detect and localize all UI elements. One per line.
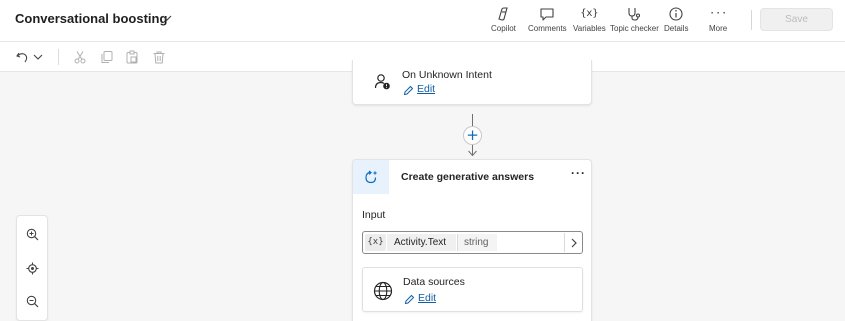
generative-answers-icon (365, 170, 378, 184)
variables-icon: {x} (580, 8, 599, 19)
topic-title[interactable]: Conversational boosting (15, 11, 167, 26)
input-variable-field[interactable]: {x} Activity.Text string (362, 231, 583, 254)
variable-name: Activity.Text (387, 234, 456, 251)
divider (751, 10, 752, 30)
comments-label: Comments (528, 24, 567, 33)
arrow-down-icon (468, 150, 477, 157)
chevron-down-icon[interactable] (31, 50, 45, 64)
more-button[interactable]: ··· More (709, 6, 727, 33)
stethoscope-icon (628, 8, 641, 21)
more-label: More (709, 24, 728, 33)
input-label: Input (362, 209, 386, 221)
topic-checker-label: Topic checker (610, 24, 659, 33)
node-header: Create generative answers ··· (353, 160, 591, 194)
copilot-label: Copilot (491, 24, 516, 33)
copilot-icon (498, 7, 509, 21)
cut-icon[interactable] (73, 50, 87, 64)
delete-icon[interactable] (152, 50, 166, 64)
chevron-right-icon (571, 238, 577, 248)
undo-icon[interactable] (15, 50, 29, 64)
data-sources-card[interactable]: Data sources Edit (362, 267, 583, 312)
top-bar: Conversational boosting Copilot Comments… (0, 0, 845, 42)
comments-button[interactable]: Comments (528, 6, 567, 33)
topic-checker-button[interactable]: Topic checker (610, 6, 659, 33)
zoom-out-icon[interactable] (26, 295, 39, 308)
paste-icon[interactable] (125, 50, 139, 64)
recenter-icon[interactable] (26, 262, 39, 275)
variable-picker-button[interactable] (564, 233, 582, 252)
save-button[interactable]: Save (760, 8, 833, 31)
connector-line (472, 114, 473, 126)
info-icon (669, 7, 683, 21)
chevron-down-icon[interactable] (161, 12, 173, 24)
variables-label: Variables (573, 24, 606, 33)
variable-type: string (457, 234, 497, 251)
variables-button[interactable]: {x} Variables (573, 6, 606, 33)
person-alert-icon (374, 74, 390, 90)
node-title: Create generative answers (401, 171, 535, 183)
globe-icon (373, 281, 393, 301)
edit-link[interactable]: Edit (418, 292, 436, 304)
node-menu-button[interactable]: ··· (571, 166, 586, 180)
more-icon: ··· (709, 8, 728, 19)
generative-answers-node[interactable]: Create generative answers ··· Input {x} … (352, 159, 592, 321)
data-sources-label: Data sources (403, 276, 465, 288)
copy-icon[interactable] (100, 50, 114, 64)
divider (58, 49, 59, 65)
zoom-controls (16, 215, 48, 321)
details-button[interactable]: Details (664, 6, 688, 33)
pencil-icon (404, 294, 415, 305)
node-label: On Unknown Intent (402, 69, 492, 81)
edit-link[interactable]: Edit (417, 83, 435, 95)
pencil-icon (403, 85, 414, 96)
comment-icon (540, 8, 554, 21)
unknown-intent-node[interactable]: On Unknown Intent Edit (352, 60, 592, 105)
copilot-button[interactable]: Copilot (491, 6, 516, 33)
node-icon-box (353, 160, 389, 194)
zoom-in-icon[interactable] (26, 228, 39, 241)
variable-icon: {x} (365, 234, 386, 251)
details-label: Details (664, 24, 689, 33)
add-node-button[interactable]: + (463, 126, 482, 145)
